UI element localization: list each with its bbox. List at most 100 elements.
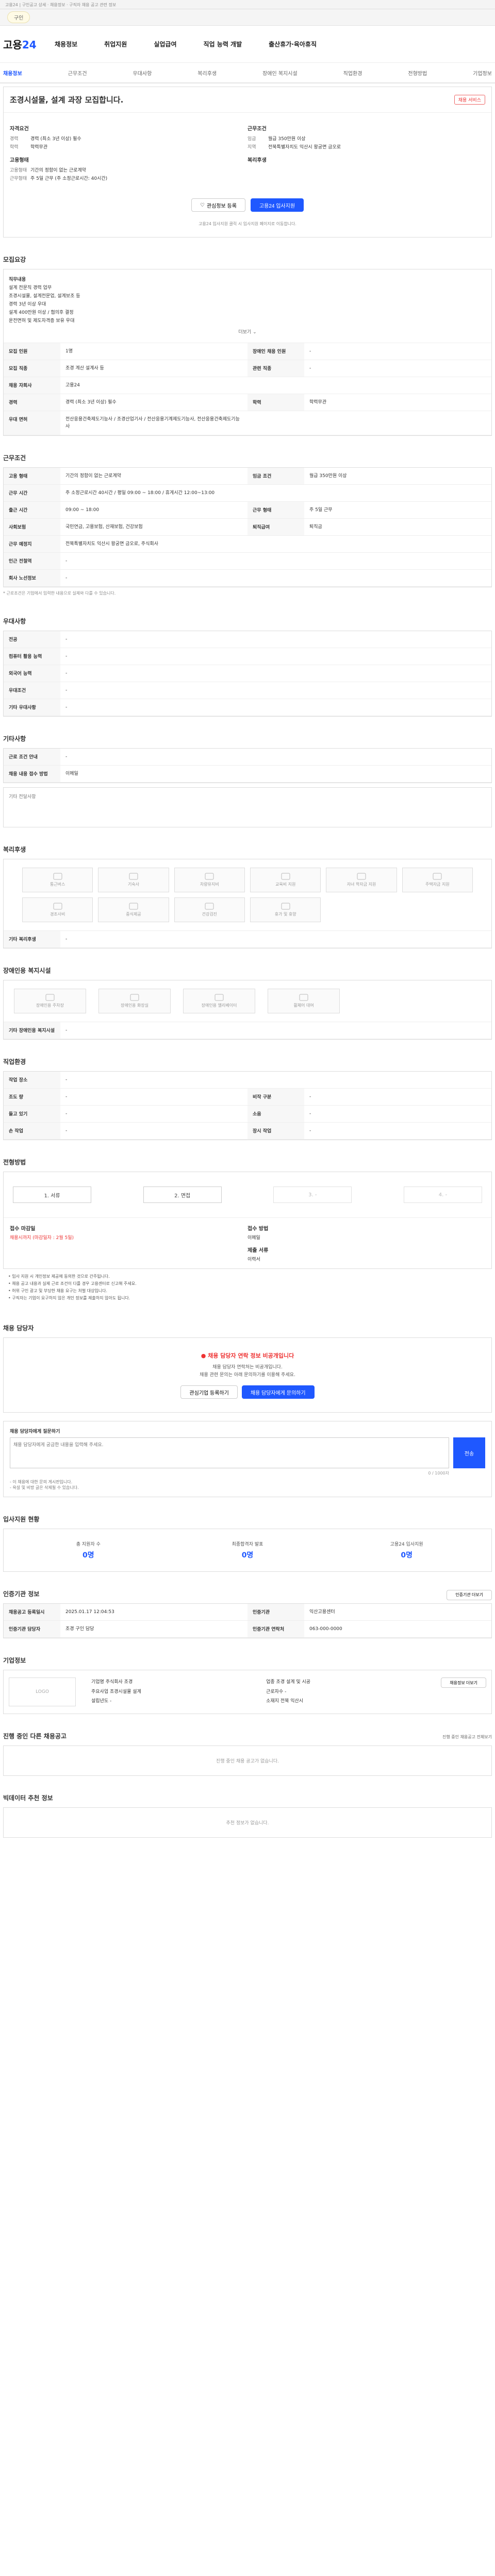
welfare-title: 복리후생 bbox=[3, 846, 26, 853]
item-label: 경조사비 bbox=[50, 912, 65, 917]
heart-icon: ♡ bbox=[200, 202, 205, 208]
row-value: - bbox=[65, 1077, 68, 1082]
interest-company-button[interactable]: 관심기업 등록하기 bbox=[180, 1385, 238, 1399]
company-row: 근로자수 - bbox=[266, 1687, 441, 1697]
browser-top-strip: 고용24 | 구인공고 상세 · 채용정보 · 구직자 채용 공고 관련 정보 bbox=[0, 0, 495, 9]
env-title: 직업환경 bbox=[3, 1058, 26, 1065]
warn-line: • 구직자는 기업이 요구하지 않은 개인 정보를 제출하지 않아도 됩니다. bbox=[8, 1296, 130, 1300]
table-row: 외국어 능력 - bbox=[4, 665, 491, 682]
item-label: 통근버스 bbox=[50, 882, 65, 887]
row-label: 고용 형태 bbox=[4, 468, 60, 484]
table-cell: 모집 직종 조경 계산 설계사 등 bbox=[4, 360, 248, 377]
table-cell: 모집 인원 1명 bbox=[4, 343, 248, 360]
table-row: 사회보험 국민연금, 고용보험, 산재보험, 건강보험 퇴직급여 퇴직금 bbox=[4, 519, 491, 536]
table-cell: 근무 형태 주 5일 근무 bbox=[248, 502, 491, 518]
tab-4[interactable]: 장애인 복지시설 bbox=[262, 69, 298, 77]
section-tabs: 채용정보 근무조건 우대사항 복리후생 장애인 복지시설 직업환경 전형방법 기업정보 bbox=[0, 63, 495, 83]
row-label: 인증기관 담당자 bbox=[4, 1621, 60, 1637]
gnb-item[interactable]: 출산휴가·육아휴직 bbox=[269, 40, 317, 48]
gnb-item[interactable]: 채용정보 bbox=[55, 40, 77, 48]
step-2: 3. - bbox=[273, 1187, 352, 1203]
url-chip[interactable]: 구인 bbox=[7, 11, 30, 23]
row-label: 소음 bbox=[248, 1106, 304, 1122]
row-value: - bbox=[65, 671, 68, 676]
row-value: - bbox=[65, 1128, 68, 1133]
row-value: - bbox=[65, 654, 68, 659]
tab-3[interactable]: 복리후생 bbox=[197, 69, 217, 77]
row-label: 퇴직급여 bbox=[248, 519, 304, 535]
facility-icon bbox=[129, 873, 138, 880]
etc-section: 기타사항 근로 조건 안내 - 채용 내용 접수 방법 이메일 기타 전달사항 bbox=[3, 731, 492, 827]
env-section: 직업환경 작업 장소 - 조도 량 - 비작 구분 - 들고 있기 - 소음 - 손 작업 - 장시 작… bbox=[3, 1054, 492, 1140]
facility-icon bbox=[214, 994, 224, 1001]
welfare-item: 휴가 및 휴양 bbox=[250, 897, 321, 922]
row-label: 비작 구분 bbox=[248, 1089, 304, 1105]
table-row: 컴퓨터 활용 능력 - bbox=[4, 648, 491, 665]
tab-7[interactable]: 기업정보 bbox=[473, 69, 492, 77]
desc-line: 설계 전문직 경력 업무 bbox=[9, 285, 52, 291]
company-row: 설립년도 - bbox=[91, 1697, 266, 1706]
item-label: 중식제공 bbox=[126, 912, 141, 917]
select-section: 전형방법 1. 서류 2. 면접 3. - 4. - 접수 마감일 채용시까지 (마감일… bbox=[3, 1155, 492, 1306]
save-interest-button[interactable]: ♡ 관심정보 등록 bbox=[191, 198, 245, 212]
table-cell: 컴퓨터 활용 능력 - bbox=[4, 648, 491, 665]
welfare-item: 자녀 학자금 지원 bbox=[326, 868, 397, 892]
facility-icon bbox=[281, 903, 290, 910]
table-row: 우대조건 - bbox=[4, 682, 491, 699]
apply-button[interactable]: 고용24 입사지원 bbox=[250, 198, 304, 212]
welfare-item: 주택자금 지원 bbox=[402, 868, 473, 892]
more-button[interactable]: 더보기 ⌄ bbox=[9, 328, 486, 336]
company-value: 조경시설물 설계 bbox=[109, 1689, 141, 1694]
stat-value: 0명 bbox=[401, 1551, 412, 1560]
table-cell: 손 작업 - bbox=[4, 1123, 248, 1139]
tab-0[interactable]: 채용정보 bbox=[3, 69, 22, 77]
alert-icon: ● bbox=[201, 1352, 206, 1359]
table-row: 우대 면허 전산응용건축제도기능사 / 조경산업기사 / 전산응용기계제도기능사,… bbox=[4, 411, 491, 435]
table-cell: 우대 면허 전산응용건축제도기능사 / 조경산업기사 / 전산응용기계제도기능사,… bbox=[4, 411, 248, 435]
ask-manager-button[interactable]: 채용 담당자에게 문의하기 bbox=[241, 1385, 315, 1399]
tab-6[interactable]: 전형방법 bbox=[408, 69, 427, 77]
table-row: 근로 조건 안내 - bbox=[4, 749, 491, 766]
summary-value: 주 5일 근무 (주 소정근로시간: 40시간) bbox=[30, 176, 108, 181]
tab-5[interactable]: 직업환경 bbox=[343, 69, 362, 77]
welfare-item: 교육비 지원 bbox=[250, 868, 321, 892]
other-more-link[interactable]: 진행 중인 채용공고 전체보기 bbox=[442, 1734, 492, 1740]
row-value: - bbox=[309, 1111, 311, 1116]
row-value: 063-000-0000 bbox=[309, 1626, 342, 1632]
tab-2[interactable]: 우대사항 bbox=[133, 69, 152, 77]
stat-label: 최종합격자 발표 bbox=[232, 1542, 263, 1547]
item-label: 휴가 및 휴양 bbox=[274, 912, 296, 917]
desc-line: 조경시설물, 설계전문업, 설계보조 등 bbox=[9, 294, 80, 299]
row-label: 장애인 채용 인원 bbox=[248, 343, 304, 360]
facility-icon bbox=[53, 873, 62, 880]
table-cell: 들고 있기 - bbox=[4, 1106, 248, 1122]
gnb-item[interactable]: 취업지원 bbox=[104, 40, 127, 48]
row-value: - bbox=[65, 754, 68, 759]
row-value: 조경 구인 담당 bbox=[65, 1626, 94, 1632]
step-1: 2. 면접 bbox=[143, 1187, 222, 1203]
stat-value: 0명 bbox=[241, 1551, 254, 1560]
welfare-item: 기숙사 bbox=[98, 868, 169, 892]
facility-icon bbox=[45, 994, 55, 1001]
company-more-button[interactable]: 채용정보 더보기 bbox=[441, 1677, 486, 1688]
row-value: 2025.01.17 12:04:53 bbox=[65, 1609, 114, 1615]
tab-1[interactable]: 근무조건 bbox=[68, 69, 87, 77]
row-value: 국민연금, 고용보험, 산재보험, 건강보험 bbox=[65, 524, 143, 530]
org-more-button[interactable]: 인증기관 더보기 bbox=[447, 1589, 492, 1600]
site-logo[interactable]: 고용24 bbox=[3, 37, 55, 52]
url-bar: 구인 bbox=[0, 9, 495, 26]
ai-section: 빅데이터 추천 정보 추천 정보가 없습니다. bbox=[3, 1790, 492, 1838]
table-cell: 회사 노선정보 - bbox=[4, 570, 248, 586]
qa-input[interactable] bbox=[10, 1437, 449, 1468]
gnb-item[interactable]: 실업급여 bbox=[154, 40, 176, 48]
gnb-item[interactable]: 직업 능력 개발 bbox=[204, 40, 242, 48]
table-cell: 임금 조건 월급 350만원 이상 bbox=[248, 468, 491, 484]
send-button[interactable]: 전송 bbox=[453, 1437, 485, 1468]
table-row: 인증기관 담당자 조경 구인 담당 인증기관 연락처 063-000-0000 bbox=[4, 1621, 491, 1638]
row-label: 컴퓨터 활용 능력 bbox=[4, 648, 60, 665]
applicants-section: 입사지원 현황 총 지원자 수 0명 최종합격자 발표 0명 고용24 입사지원 0명 bbox=[3, 1512, 492, 1572]
warn-line: • 입사 지원 시 개인정보 제공에 동의한 것으로 간주됩니다. bbox=[8, 1274, 110, 1279]
row-label: 외국어 능력 bbox=[4, 665, 60, 682]
row-value: - bbox=[309, 349, 311, 354]
company-row: 주요사업 조경시설물 설계 bbox=[91, 1687, 266, 1697]
